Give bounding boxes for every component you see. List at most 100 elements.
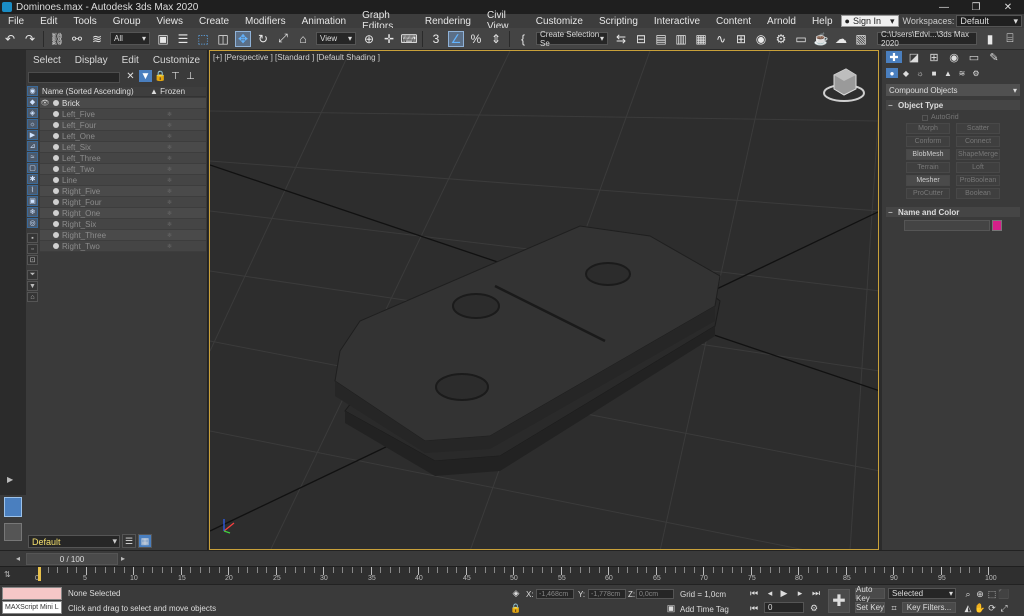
xrefs-filter-icon[interactable]: ✱ (27, 174, 38, 184)
modify-tab-icon[interactable]: ◪ (906, 51, 922, 64)
proboolean-button[interactable]: ProBoolean (956, 175, 1000, 186)
time-slider-prev-icon[interactable]: ◂ (16, 554, 20, 563)
menu-customize[interactable]: Customize (528, 16, 591, 27)
schematic-view-icon[interactable]: ⊞ (733, 31, 749, 47)
key-filters-icon[interactable]: ⌗ (888, 603, 900, 614)
reference-coord-select[interactable]: View ▾ (316, 32, 356, 45)
project-folder-icon[interactable]: ▮ (982, 31, 998, 47)
lights-filter-icon[interactable]: ☼ (27, 119, 38, 129)
mirror-icon[interactable]: ⇆ (613, 31, 629, 47)
zoom-extents-icon[interactable]: ⬚ (986, 588, 998, 600)
viewport-label-menu[interactable]: [+] [Perspective ] [Standard ] [Default … (213, 53, 380, 62)
frozen-icon[interactable] (167, 100, 181, 107)
menu-rendering[interactable]: Rendering (417, 16, 479, 27)
undo-icon[interactable]: ↶ (2, 31, 18, 47)
toggle-layer-explorer-icon[interactable]: ▥ (673, 31, 689, 47)
filter-icon[interactable]: ▼ (27, 281, 38, 291)
menu-arnold[interactable]: Arnold (759, 16, 804, 27)
set-project-icon[interactable]: ⌸ (1002, 31, 1018, 47)
select-object-icon[interactable]: ▣ (155, 31, 171, 47)
minimize-button[interactable]: — (928, 2, 960, 13)
table-row[interactable]: Right_Five ❄ (40, 186, 206, 197)
menu-interactive[interactable]: Interactive (646, 16, 708, 27)
explorer-search-input[interactable] (28, 72, 120, 83)
column-frozen[interactable]: ▲ Frozen (150, 87, 185, 96)
geometry-filter-icon[interactable]: ◆ (27, 97, 38, 107)
workspaces-select[interactable]: Default ▾ (956, 15, 1022, 27)
menu-edit[interactable]: Edit (32, 16, 65, 27)
link-icon[interactable]: ⛓ (49, 31, 65, 47)
current-frame-field[interactable]: 0 (764, 602, 804, 613)
selection-lock-icon[interactable]: 🔒 (510, 603, 522, 614)
scatter-button[interactable]: Scatter (956, 123, 1000, 134)
track-bar[interactable]: ⇅ 0 5 10 15 20 25 30 35 40 45 50 55 60 65 70 75 80 85 90 95… (0, 566, 1024, 584)
snaps-toggle-icon[interactable]: 3 (428, 31, 444, 47)
spinner-snap-icon[interactable]: ⇕ (488, 31, 504, 47)
object-type-header[interactable]: − Object Type (886, 100, 1020, 110)
find-case-icon[interactable]: ⊡ (27, 255, 38, 265)
frozen-icon[interactable]: ❄ (167, 133, 181, 140)
curve-editor-icon[interactable]: ∿ (713, 31, 729, 47)
key-mode-icon[interactable]: ⏮ (748, 603, 760, 614)
hierarchy-icon[interactable]: ⊤ (169, 70, 182, 82)
bones-filter-icon[interactable]: ⌇ (27, 185, 38, 195)
current-frame-marker[interactable] (38, 567, 41, 581)
conform-button[interactable]: Conform (906, 136, 950, 147)
go-to-start-icon[interactable]: ⏮ (748, 588, 760, 599)
spacewarps-icon[interactable]: ≋ (956, 68, 968, 78)
table-row[interactable]: Right_Two ❄ (40, 241, 206, 252)
layer-select[interactable]: Default ▾ (28, 535, 120, 548)
key-selection-set-select[interactable]: Selected ▾ (888, 588, 956, 599)
pan-hand-icon[interactable]: ✋ (974, 602, 986, 614)
frozen-icon[interactable]: ❄ (167, 188, 181, 195)
select-and-rotate-icon[interactable]: ↻ (255, 31, 271, 47)
field-of-view-icon[interactable]: ◭ (962, 602, 974, 614)
isolate-selection-icon[interactable]: ◈ (510, 588, 522, 599)
layers-icon[interactable]: ⊥ (184, 70, 197, 82)
display-tab-icon[interactable]: ▭ (966, 51, 982, 64)
table-row[interactable]: Left_One ❄ (40, 131, 206, 142)
explorer-menu-select[interactable]: Select (26, 55, 68, 66)
angle-snap-icon[interactable]: ∠ (448, 30, 464, 47)
mesher-button[interactable]: Mesher (906, 175, 950, 186)
menu-scripting[interactable]: Scripting (591, 16, 646, 27)
select-and-move-icon[interactable]: ✥ (235, 30, 251, 47)
table-row[interactable]: Right_Three ❄ (40, 230, 206, 241)
add-time-tag-button[interactable]: Add Time Tag (680, 605, 729, 614)
time-slider-next-icon[interactable]: ▸ (121, 554, 125, 563)
zoom-all-icon[interactable]: ⊕ (974, 588, 986, 600)
select-by-name-icon[interactable]: ☰ (175, 31, 191, 47)
menu-group[interactable]: Group (105, 16, 149, 27)
funnel-icon[interactable]: ⏷ (27, 270, 38, 280)
y-coordinate-field[interactable]: -1,778cm (588, 589, 626, 599)
menu-animation[interactable]: Animation (294, 16, 354, 27)
groups-filter-icon[interactable]: ▢ (27, 163, 38, 173)
table-row[interactable]: 👁 Brick (40, 98, 206, 109)
window-crossing-icon[interactable]: ◫ (215, 31, 231, 47)
layer-explorer-icon[interactable]: ▦ (138, 534, 152, 548)
set-key-button[interactable]: Set Key (855, 602, 885, 613)
shapemerge-button[interactable]: ShapeMerge (956, 149, 1000, 160)
menu-views[interactable]: Views (149, 16, 192, 27)
previous-frame-icon[interactable]: ◂ (764, 588, 776, 599)
frozen-icon[interactable]: ❄ (167, 144, 181, 151)
menu-create[interactable]: Create (191, 16, 237, 27)
menu-tools[interactable]: Tools (65, 16, 104, 27)
redo-icon[interactable]: ↷ (22, 31, 38, 47)
percent-snap-icon[interactable]: % (468, 31, 484, 47)
terrain-button[interactable]: Terrain (906, 162, 950, 173)
lights-icon[interactable]: ☼ (914, 68, 926, 78)
x-coordinate-field[interactable]: -1,468cm (536, 589, 574, 599)
object-name-input[interactable] (904, 220, 990, 231)
explorer-menu-display[interactable]: Display (68, 55, 115, 66)
hierarchy-tab-icon[interactable]: ⊞ (926, 51, 942, 64)
single-viewport-layout-icon[interactable] (4, 497, 22, 517)
visibility-eye-icon[interactable]: 👁 (40, 99, 50, 107)
close-button[interactable]: ✕ (992, 2, 1024, 13)
containers-filter-icon[interactable]: ▣ (27, 196, 38, 206)
pivot-center-icon[interactable]: ⊕ (361, 31, 377, 47)
time-configuration-icon[interactable]: ⚙ (808, 603, 820, 614)
spacewarps-filter-icon[interactable]: ≈ (27, 152, 38, 162)
table-row[interactable]: Left_Five ❄ (40, 109, 206, 120)
table-row[interactable]: Right_Four ❄ (40, 197, 206, 208)
